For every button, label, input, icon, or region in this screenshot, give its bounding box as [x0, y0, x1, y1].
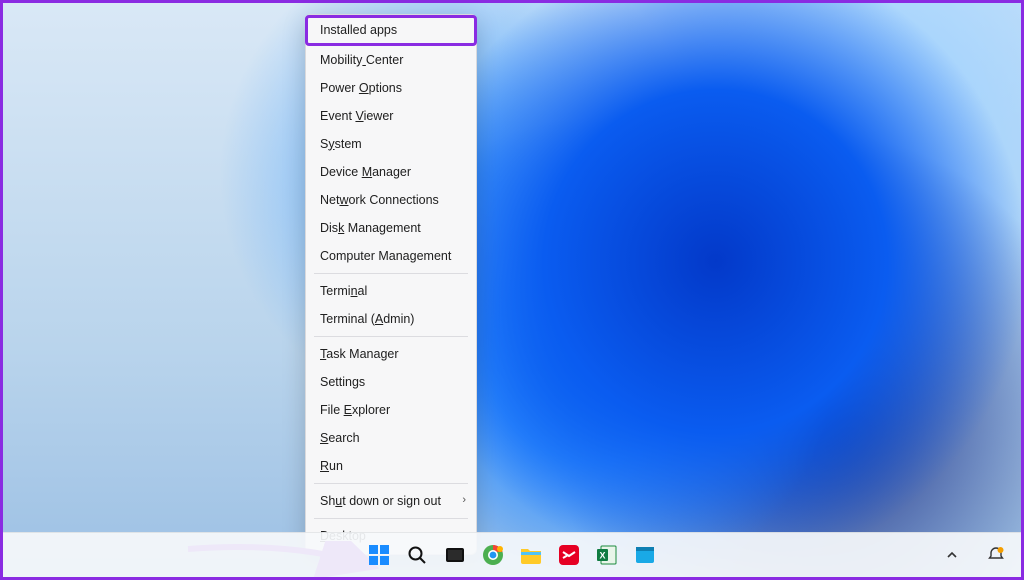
menu-item-file-explorer[interactable]: File Explorer: [306, 396, 476, 424]
menu-item-task-manager[interactable]: Task Manager: [306, 340, 476, 368]
desktop-wallpaper: [3, 3, 1021, 577]
menu-separator: [314, 518, 468, 519]
menu-separator: [314, 336, 468, 337]
mail-button[interactable]: [554, 540, 584, 570]
menu-item-label: Search: [320, 431, 360, 445]
menu-item-run[interactable]: Run: [306, 452, 476, 480]
menu-item-installed-apps[interactable]: Installed apps: [305, 15, 477, 46]
menu-item-disk-management[interactable]: Disk Management: [306, 214, 476, 242]
taskview-icon: [445, 545, 465, 565]
menu-item-power-options[interactable]: Power Options: [306, 74, 476, 102]
menu-item-label: Mobility Center: [320, 53, 403, 67]
notifications-icon: [987, 546, 1005, 564]
chrome-button[interactable]: [478, 540, 508, 570]
menu-item-label: Power Options: [320, 81, 402, 95]
menu-item-label: Disk Management: [320, 221, 421, 235]
menu-item-computer-management[interactable]: Computer Management: [306, 242, 476, 270]
overflow-icon: [945, 548, 959, 562]
menu-item-label: Settings: [320, 375, 365, 389]
menu-item-label: Device Manager: [320, 165, 411, 179]
taskbar-center: X: [364, 533, 660, 577]
taskview-button[interactable]: [440, 540, 470, 570]
menu-item-device-manager[interactable]: Device Manager: [306, 158, 476, 186]
menu-item-label: Terminal: [320, 284, 367, 298]
menu-item-network-connections[interactable]: Network Connections: [306, 186, 476, 214]
start-context-menu: Installed apps Mobility Center Power Optio…: [305, 14, 477, 555]
excel-button[interactable]: X: [592, 540, 622, 570]
svg-text:X: X: [599, 551, 605, 561]
menu-item-system[interactable]: System: [306, 130, 476, 158]
menu-item-label: System: [320, 137, 362, 151]
menu-separator: [314, 273, 468, 274]
notifications-button[interactable]: [981, 540, 1011, 570]
menu-item-search[interactable]: Search: [306, 424, 476, 452]
menu-item-label: Network Connections: [320, 193, 439, 207]
menu-item-shut-down-or-sign-out[interactable]: Shut down or sign out ›: [306, 487, 476, 515]
explorer-button[interactable]: [516, 540, 546, 570]
menu-item-settings[interactable]: Settings: [306, 368, 476, 396]
edge-icon: [634, 544, 656, 566]
edge-button[interactable]: [630, 540, 660, 570]
menu-item-label: File Explorer: [320, 403, 390, 417]
start-button[interactable]: [364, 540, 394, 570]
menu-item-event-viewer[interactable]: Event Viewer: [306, 102, 476, 130]
chevron-right-icon: ›: [462, 492, 466, 509]
start-icon: [368, 544, 390, 566]
mail-icon: [558, 544, 580, 566]
taskbar-tray: [937, 533, 1011, 577]
explorer-icon: [520, 545, 542, 565]
menu-item-label: Run: [320, 459, 343, 473]
menu-item-terminal[interactable]: Terminal: [306, 277, 476, 305]
search-icon: [407, 545, 427, 565]
menu-item-label: Event Viewer: [320, 109, 393, 123]
menu-item-label: Computer Management: [320, 249, 451, 263]
menu-item-label: Shut down or sign out: [320, 494, 441, 508]
taskbar: X: [3, 532, 1021, 577]
menu-item-label: Terminal (Admin): [320, 312, 414, 326]
menu-separator: [314, 483, 468, 484]
menu-item-label: Task Manager: [320, 347, 399, 361]
excel-icon: X: [596, 544, 618, 566]
tray-overflow-button[interactable]: [937, 540, 967, 570]
menu-item-mobility-center[interactable]: Mobility Center: [306, 46, 476, 74]
chrome-icon: [482, 544, 504, 566]
search-button[interactable]: [402, 540, 432, 570]
menu-item-terminal-admin-[interactable]: Terminal (Admin): [306, 305, 476, 333]
menu-item-label: Installed apps: [320, 23, 397, 37]
